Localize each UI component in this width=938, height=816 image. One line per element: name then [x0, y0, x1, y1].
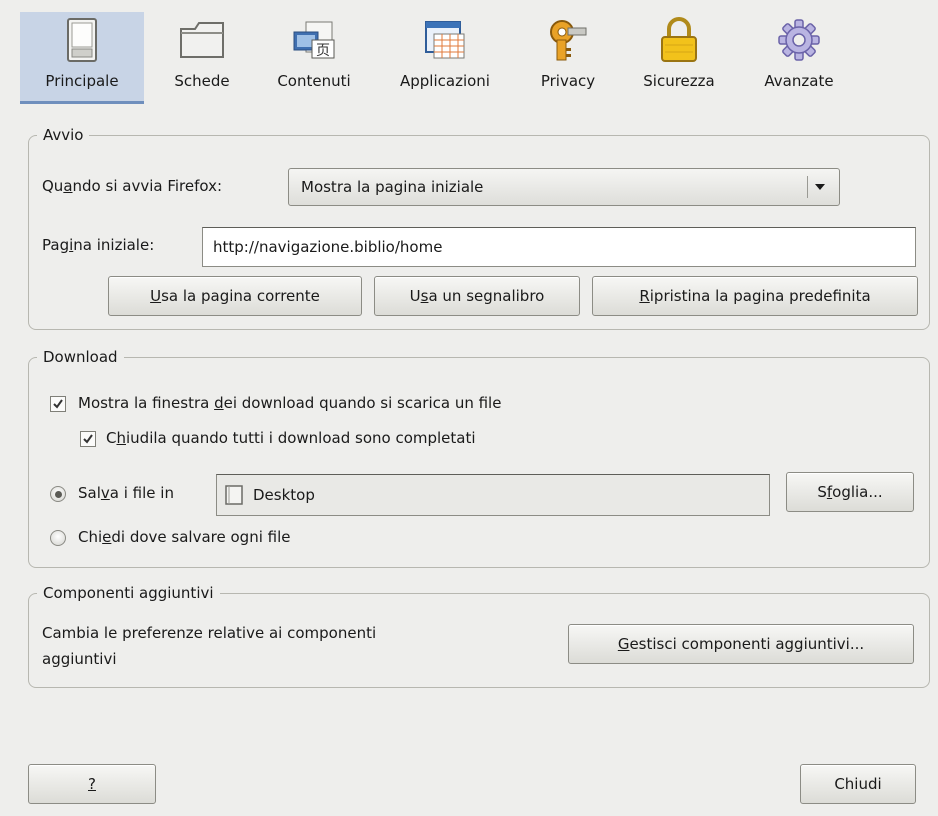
tab-label: Avanzate [764, 72, 834, 90]
tab-label: Principale [45, 72, 119, 90]
download-folder-value: Desktop [253, 486, 315, 504]
startup-mode-select[interactable]: Mostra la pagina iniziale [288, 168, 840, 206]
download-folder-field[interactable]: Desktop [216, 474, 770, 516]
tab-applicazioni[interactable]: Applicazioni [380, 12, 510, 104]
homepage-label: Pagina iniziale: [42, 236, 155, 254]
lock-icon [655, 16, 703, 64]
checkmark-icon [53, 399, 63, 409]
use-current-page-button[interactable]: Usa la pagina corrente [108, 276, 362, 316]
folder-tab-icon [178, 16, 226, 64]
tab-principale[interactable]: Principale [20, 12, 144, 104]
show-download-window-label[interactable]: Mostra la finestra dei download quando s… [78, 394, 501, 412]
gear-icon [775, 16, 823, 64]
switch-icon [58, 16, 106, 64]
close-when-done-checkbox[interactable] [80, 431, 96, 447]
browse-button[interactable]: Sf oglia... [786, 472, 914, 512]
homepage-input[interactable]: http://navigazione.biblio/home [202, 227, 916, 267]
chevron-down-icon [807, 176, 831, 198]
homepage-input-value: http://navigazione.biblio/home [213, 238, 443, 256]
ask-where-radio[interactable] [50, 530, 66, 546]
startup-legend: Avvio [43, 126, 84, 144]
startup-when-label: Quando si avvia Firefox: [42, 177, 223, 195]
tab-label: Schede [174, 72, 230, 90]
content-icon: 页 [290, 16, 338, 64]
download-legend: Download [43, 348, 118, 366]
save-to-folder-label[interactable]: Salva i file in [78, 484, 174, 502]
tab-privacy[interactable]: Privacy [524, 12, 612, 104]
manage-addons-button[interactable]: Gestisci componenti aggiuntivi... [568, 624, 914, 664]
use-bookmark-button[interactable]: Usa un segnalibro [374, 276, 580, 316]
tab-sicurezza[interactable]: Sicurezza [624, 12, 734, 104]
save-to-folder-radio[interactable] [50, 486, 66, 502]
addons-legend: Componenti aggiuntivi [43, 584, 214, 602]
tab-avanzate[interactable]: Avanzate [746, 12, 852, 104]
tab-schede[interactable]: Schede [152, 12, 252, 104]
tab-label: Sicurezza [643, 72, 715, 90]
tab-label: Applicazioni [400, 72, 490, 90]
show-download-window-checkbox[interactable] [50, 396, 66, 412]
help-button[interactable]: ? [28, 764, 156, 804]
startup-mode-value: Mostra la pagina iniziale [301, 178, 484, 196]
tab-contenuti[interactable]: 页 Contenuti [258, 12, 370, 104]
applications-icon [421, 16, 469, 64]
tab-label: Privacy [540, 72, 596, 90]
addons-description-line1: Cambia le preferenze relative ai compone… [42, 624, 377, 642]
close-when-done-label[interactable]: Chiudila quando tutti i download sono co… [106, 429, 476, 447]
checkmark-icon [83, 434, 93, 444]
preferences-toolbar: Principale Schede 页 Contenuti Applicazio… [0, 0, 938, 106]
tab-label: Contenuti [277, 72, 351, 90]
key-icon [544, 16, 592, 64]
svg-text:页: 页 [316, 43, 330, 59]
close-button[interactable]: Chiudi [800, 764, 916, 804]
ask-where-label[interactable]: Chiedi dove salvare ogni file [78, 528, 290, 546]
restore-default-button[interactable]: Ripristina la pagina predefinita [592, 276, 918, 316]
addons-description-line2: aggiuntivi [42, 650, 117, 668]
folder-icon [225, 485, 243, 505]
